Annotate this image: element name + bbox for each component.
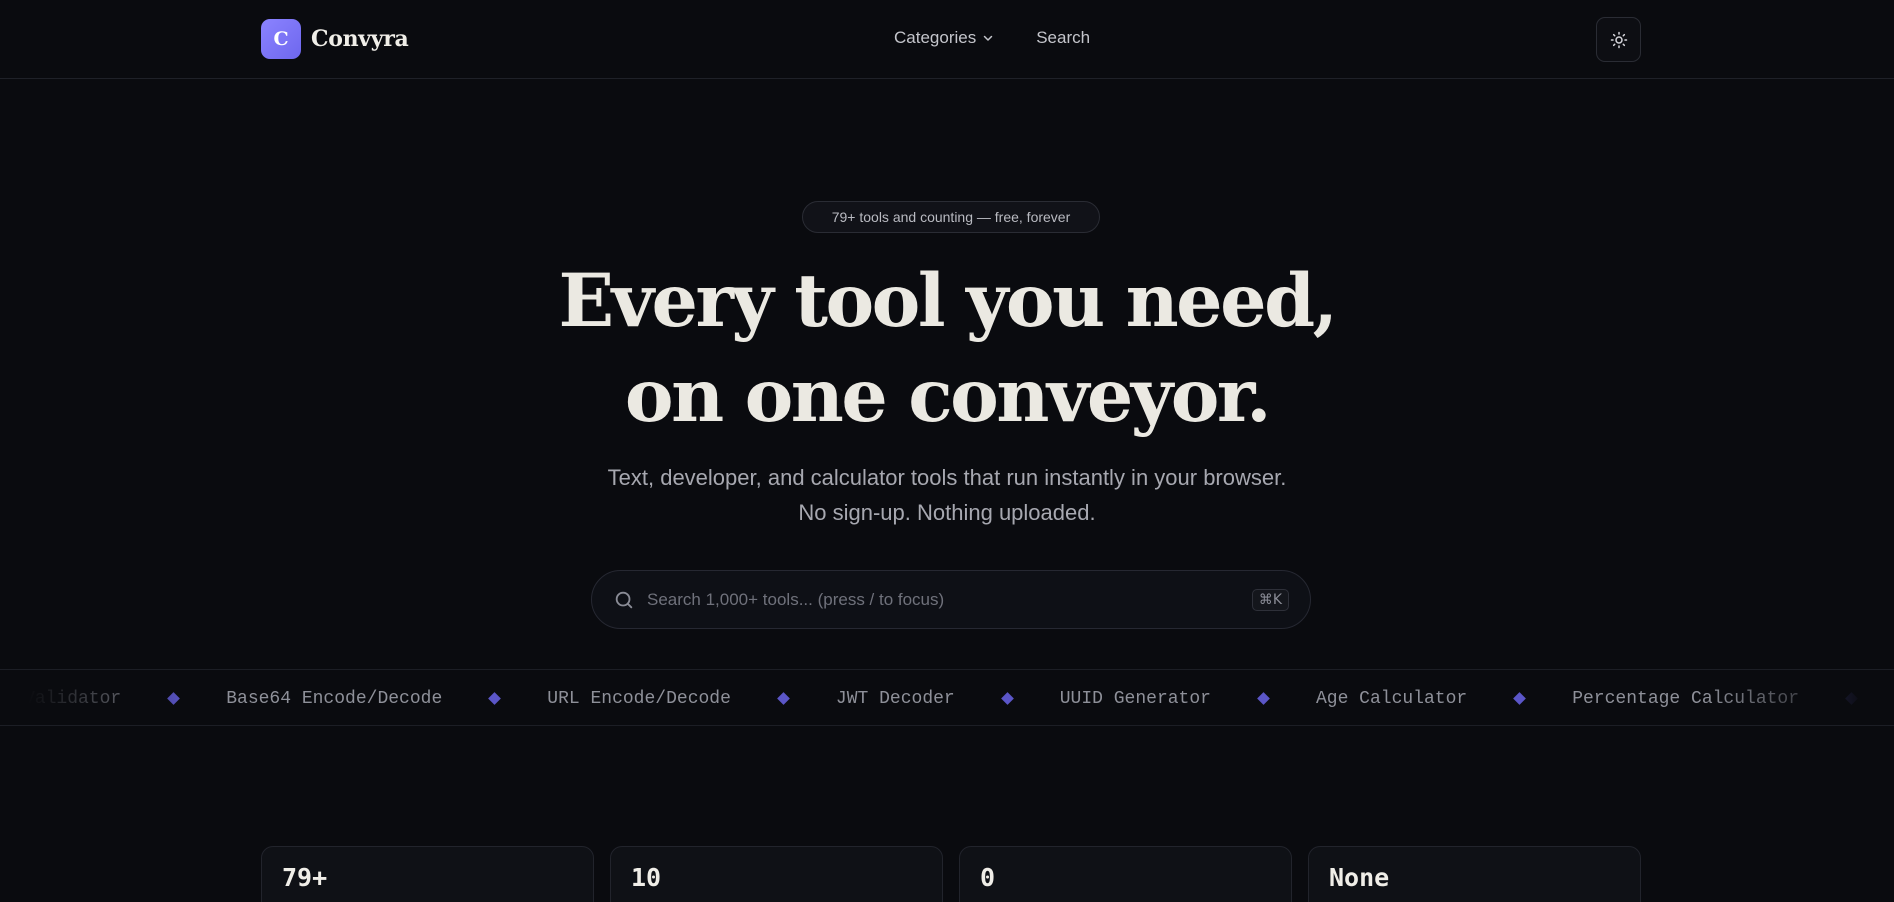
hero-subtext: Text, developer, and calculator tools th… [0,460,1894,530]
stat-value: None [1329,863,1390,892]
marquee-item[interactable]: Base64 Encode/Decode [178,689,490,709]
stat-value: 10 [631,863,662,892]
stat-value: 79+ [282,863,328,892]
marquee-fade-right [1704,670,1894,725]
marquee-fade-left [0,670,190,725]
brand-logo[interactable]: C Convyra [261,19,409,59]
theme-toggle-button[interactable] [1596,17,1641,62]
page: C Convyra Categories Search 79+ tools an… [0,0,1894,902]
stats-row: 79+ 10 0 None [261,846,1641,902]
stat-card: 10 [610,846,943,902]
brand-name: Convyra [311,26,409,52]
marquee-item[interactable]: JWT Decoder [788,689,1003,709]
nav-categories[interactable]: Categories [894,28,994,48]
marquee-item[interactable]: UUID Generator [1012,689,1259,709]
main-nav: Categories Search [894,28,1090,48]
tools-marquee: ValidatorBase64 Encode/DecodeURL Encode/… [0,669,1894,726]
search-icon [615,591,633,608]
sun-icon [1610,31,1627,48]
nav-search[interactable]: Search [1036,28,1090,48]
subtext-line-2: No sign-up. Nothing uploaded. [798,500,1096,525]
search-input[interactable] [647,589,1252,610]
tools-count-badge: 79+ tools and counting — free, forever [802,201,1100,233]
hero-headline: Every tool you need, on one conveyor. [0,254,1894,444]
shortcut-hint: ⌘K [1251,588,1289,611]
stat-value: 0 [980,863,996,892]
subtext-line-1: Text, developer, and calculator tools th… [607,465,1287,490]
marquee-item[interactable]: URL Encode/Decode [499,689,779,709]
nav-categories-label: Categories [894,28,977,47]
marquee-item[interactable]: Age Calculator [1268,689,1515,709]
tool-search-bar[interactable]: ⌘K [591,570,1311,629]
stat-card: 79+ [261,846,594,902]
chevron-down-icon [983,35,993,41]
brand-mark-icon: C [261,19,301,59]
headline-line-2: on one conveyor. [624,353,1272,439]
nav-search-label: Search [1036,28,1091,47]
stat-card: None [1308,846,1641,902]
top-header: C Convyra Categories Search [0,0,1894,79]
marquee-track: ValidatorBase64 Encode/DecodeURL Encode/… [0,670,1894,725]
stat-card: 0 [959,846,1292,902]
headline-line-1: Every tool you need, [558,258,1338,344]
